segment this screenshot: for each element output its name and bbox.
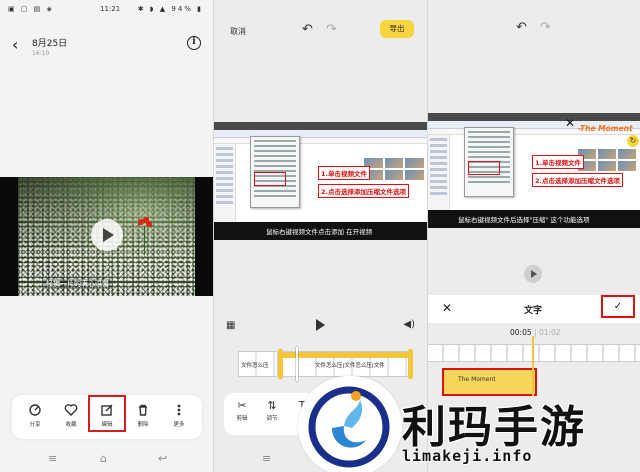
video-subtitle: 鼠标右键视频文件后选择"压缩" 这个功能选项	[458, 216, 590, 224]
detail-header: ‹ 8月25日 16:10 i	[0, 30, 213, 64]
file-thumbnails	[578, 149, 636, 171]
rotate-icon[interactable]: ↻	[627, 135, 639, 147]
playback-controls: ▦ ◀)	[214, 318, 427, 338]
delete-label: 删除	[137, 422, 149, 428]
video-timeline[interactable]: 文件怎么压 文件怎么压|文件怎么压|文件	[238, 347, 413, 381]
playhead[interactable]	[532, 336, 534, 396]
canvas-ratio-icon[interactable]: ▦	[226, 320, 235, 331]
callout-step2: 2.点击选择添加压缩文件选项	[532, 173, 623, 187]
photo-time: 16:10	[32, 50, 50, 57]
back-arrow-icon[interactable]: ‹	[12, 35, 18, 54]
watermark-url: limakeji.info	[402, 447, 533, 465]
close-icon[interactable]: ✕	[442, 301, 452, 315]
clip-label: 文件怎么压	[241, 363, 269, 369]
edit-highlight-box	[88, 395, 126, 432]
system-nav-bar: ≡ ⌂ ↩	[0, 446, 213, 472]
play-icon[interactable]	[524, 265, 542, 283]
file-tree	[214, 144, 236, 222]
menu-nav-icon[interactable]: ≡	[262, 452, 271, 465]
clip-start-handle[interactable]	[278, 349, 283, 379]
screen: ▣ ▢ ▤ ◈ 11:21 ✱ ◗ ▲ 94% ▮ ‹ 8月25日 16:10 …	[0, 0, 640, 472]
playhead[interactable]	[296, 347, 298, 381]
close-text-icon[interactable]: ✕	[565, 116, 575, 130]
adjust-tool-button[interactable]: ⇅ 调节	[258, 399, 286, 422]
status-bar: ▣ ▢ ▤ ◈ 11:21 ✱ ◗ ▲ 94% ▮	[0, 0, 213, 18]
file-thumbnails	[364, 158, 424, 180]
share-label: 分享	[29, 422, 41, 428]
adjust-tool-label: 调节	[266, 416, 278, 422]
total-time: 01:02	[538, 328, 561, 337]
share-icon	[29, 404, 41, 416]
more-button[interactable]: 更多	[160, 395, 198, 439]
back-nav-icon[interactable]: ↩	[158, 452, 167, 465]
undo-icon[interactable]: ↶	[302, 22, 313, 37]
video-caption: 轻拂一片的满心温馨	[44, 279, 111, 289]
favorite-button[interactable]: 收藏	[52, 395, 90, 439]
undo-icon[interactable]: ↶	[516, 20, 527, 35]
text-clip-label: The Moment	[458, 376, 496, 383]
status-icons-right: ✱ ◗ ▲ 94% ▮	[137, 5, 203, 13]
timeline-clip-selected[interactable]: 文件怎么压|文件怎么压|文件	[280, 351, 410, 377]
export-button[interactable]: 导出	[380, 20, 414, 38]
clip-label: 文件怎么压|文件怎么压|文件	[315, 363, 385, 369]
info-icon[interactable]: i	[187, 36, 201, 50]
menu-highlight-box	[468, 161, 500, 175]
volume-icon[interactable]: ◀)	[403, 319, 415, 330]
watermark-brand: 利玛手游	[402, 402, 586, 453]
callout-step1: 1.单击视频文件	[532, 155, 584, 169]
cancel-button[interactable]: 取消	[230, 26, 246, 37]
redo-icon[interactable]: ↷	[326, 22, 337, 37]
video-frame-preview: 1.单击视频文件 2.点击选择添加压缩文件选项 鼠标右键视频文件点击添加 在开视…	[214, 122, 427, 240]
timeline-clip[interactable]: 文件怎么压	[238, 351, 278, 377]
time-readout: 00:05 | 01:02	[510, 328, 561, 337]
menu-highlight-box	[254, 172, 286, 186]
video-timeline[interactable]	[428, 344, 640, 362]
cut-tool-label: 剪辑	[236, 416, 248, 422]
callout-step2: 2.点击选择添加压缩文件选项	[318, 184, 409, 198]
adjust-icon: ⇅	[267, 399, 277, 412]
trash-icon	[139, 404, 147, 416]
status-icons-left: ▣ ▢ ▤ ◈	[8, 5, 54, 13]
overlay-text[interactable]: -The Moment	[578, 124, 633, 133]
play-icon[interactable]	[316, 319, 325, 331]
home-nav-icon[interactable]: ⌂	[100, 452, 107, 465]
delete-button[interactable]: 删除	[124, 395, 162, 439]
video-subtitle: 鼠标右键视频文件点击添加 在开视频	[266, 228, 373, 236]
menu-nav-icon[interactable]: ≡	[48, 452, 57, 465]
photo-detail-screen: ▣ ▢ ▤ ◈ 11:21 ✱ ◗ ▲ 94% ▮ ‹ 8月25日 16:10 …	[0, 0, 213, 472]
play-icon[interactable]	[91, 219, 123, 251]
red-flower	[138, 217, 152, 227]
more-label: 更多	[173, 422, 185, 428]
confirm-button[interactable]: ✓	[601, 295, 635, 318]
heart-icon	[64, 404, 78, 416]
current-time: 00:05	[510, 328, 532, 337]
file-tree	[428, 135, 450, 210]
text-panel-title: 文字	[524, 306, 543, 316]
brand-logo	[308, 386, 390, 468]
status-time: 11:21	[100, 5, 121, 13]
redo-icon[interactable]: ↷	[540, 20, 551, 35]
photo-date: 8月25日	[32, 39, 68, 49]
more-icon	[177, 404, 181, 416]
clip-end-handle[interactable]	[408, 349, 413, 379]
callout-step1: 1.单击视频文件	[318, 166, 370, 180]
scissors-icon: ✂	[237, 399, 247, 412]
favorite-label: 收藏	[65, 422, 77, 428]
cut-tool-button[interactable]: ✂ 剪辑	[228, 399, 256, 422]
share-button[interactable]: 分享	[16, 395, 54, 439]
